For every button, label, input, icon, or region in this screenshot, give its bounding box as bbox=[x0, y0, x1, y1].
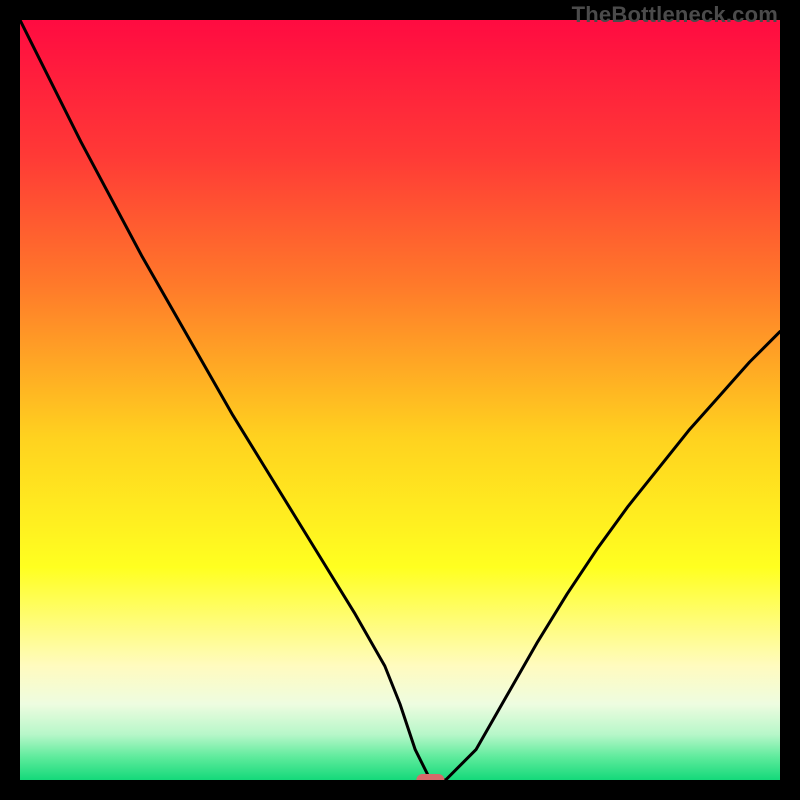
chart-background bbox=[20, 20, 780, 780]
bottleneck-chart bbox=[20, 20, 780, 780]
watermark-text: TheBottleneck.com bbox=[572, 2, 778, 28]
optimal-marker bbox=[416, 774, 444, 780]
chart-frame: TheBottleneck.com bbox=[0, 0, 800, 800]
